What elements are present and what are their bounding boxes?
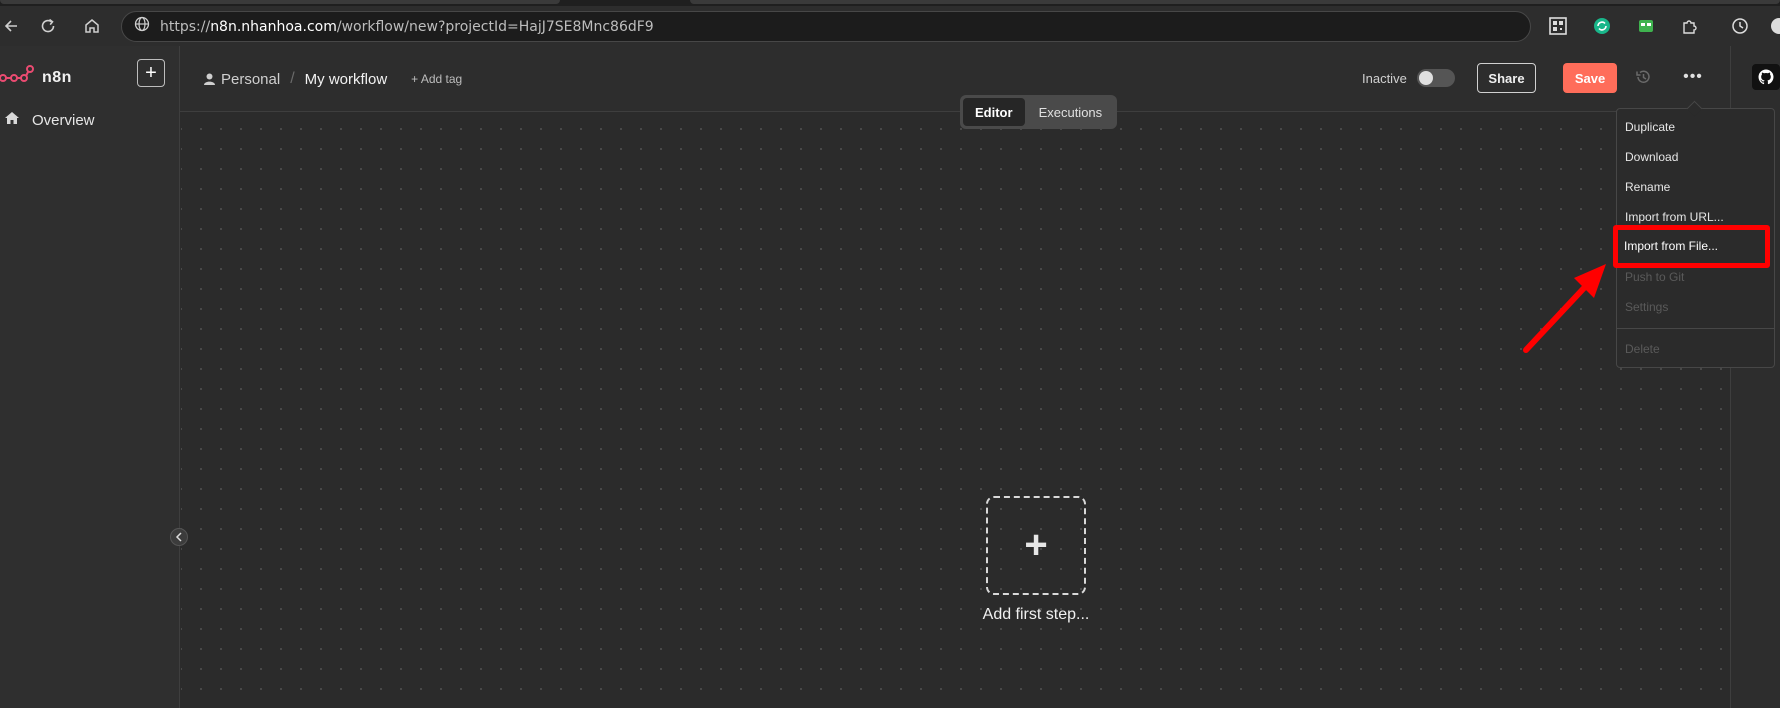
collapse-sidebar-button[interactable] bbox=[170, 528, 188, 546]
project-name: Personal bbox=[221, 70, 281, 88]
github-icon[interactable] bbox=[1752, 64, 1780, 90]
browser-tab[interactable] bbox=[0, 0, 560, 4]
annotation-arrow-icon bbox=[1523, 264, 1606, 353]
url-host: n8n.nhanhoa.com bbox=[210, 18, 337, 35]
tab-executions[interactable]: Executions bbox=[1027, 98, 1115, 126]
menu-item-import-url[interactable]: Import from URL... bbox=[1625, 210, 1724, 224]
home-icon[interactable] bbox=[74, 9, 110, 43]
add-first-step-button[interactable]: + bbox=[986, 496, 1086, 595]
share-button[interactable]: Share bbox=[1477, 63, 1536, 93]
menu-item-import-file[interactable]: Import from File... bbox=[1624, 239, 1718, 253]
active-toggle[interactable] bbox=[1417, 69, 1455, 87]
workflow-history-icon[interactable] bbox=[1634, 68, 1654, 88]
home-icon bbox=[4, 110, 20, 130]
back-icon[interactable] bbox=[0, 9, 20, 43]
robot-extension-icon[interactable] bbox=[1635, 15, 1657, 37]
menu-divider bbox=[1617, 328, 1774, 329]
more-options-icon[interactable]: ••• bbox=[1680, 68, 1706, 88]
url-prefix: https:// bbox=[160, 18, 211, 35]
url-path: /workflow/new?projectId=HajJ7SE8Mnc86dF9 bbox=[336, 18, 654, 35]
breadcrumb: Personal / My workflow + Add tag bbox=[204, 70, 462, 88]
profile-avatar-icon[interactable] bbox=[1768, 15, 1780, 37]
breadcrumb-separator: / bbox=[290, 70, 295, 87]
breadcrumb-project[interactable]: Personal bbox=[204, 71, 280, 88]
reload-icon[interactable] bbox=[30, 9, 66, 43]
add-tag-button[interactable]: + Add tag bbox=[411, 72, 462, 86]
workflow-name[interactable]: My workflow bbox=[305, 71, 388, 88]
n8n-logo-icon bbox=[0, 64, 34, 91]
sidebar: n8n + Overview bbox=[0, 46, 180, 708]
browser-toolbar: https://n8n.nhanhoa.com/workflow/new?pro… bbox=[0, 6, 1780, 46]
save-button[interactable]: Save bbox=[1563, 63, 1617, 93]
status-label: Inactive bbox=[1362, 71, 1407, 86]
view-tabs: Editor Executions bbox=[960, 95, 1118, 129]
menu-item-download[interactable]: Download bbox=[1625, 150, 1678, 164]
menu-item-rename[interactable]: Rename bbox=[1625, 180, 1670, 194]
browser-tab[interactable] bbox=[690, 0, 1780, 4]
globe-icon bbox=[134, 16, 150, 37]
logo-text: n8n bbox=[42, 68, 72, 86]
user-icon bbox=[204, 73, 215, 85]
plus-icon: + bbox=[1024, 523, 1048, 567]
tab-editor[interactable]: Editor bbox=[963, 98, 1025, 126]
menu-item-push-to-git: Push to Git bbox=[1625, 270, 1685, 284]
menu-item-settings: Settings bbox=[1625, 300, 1669, 314]
sidebar-item-label: Overview bbox=[32, 111, 95, 129]
history-browser-icon[interactable] bbox=[1729, 15, 1751, 37]
sync-extension-icon[interactable] bbox=[1591, 15, 1613, 37]
chevron-left-icon bbox=[175, 532, 182, 542]
qr-extension-icon[interactable] bbox=[1547, 15, 1569, 37]
add-button[interactable]: + bbox=[137, 59, 165, 87]
add-first-step-label: Add first step... bbox=[982, 606, 1090, 623]
n8n-logo[interactable]: n8n bbox=[0, 64, 72, 91]
url-text: https://n8n.nhanhoa.com/workflow/new?pro… bbox=[160, 19, 654, 35]
menu-item-delete: Delete bbox=[1625, 342, 1660, 356]
puzzle-extension-icon[interactable] bbox=[1679, 15, 1701, 37]
address-bar[interactable]: https://n8n.nhanhoa.com/workflow/new?pro… bbox=[121, 11, 1531, 42]
menu-item-duplicate[interactable]: Duplicate bbox=[1625, 120, 1675, 134]
sidebar-item-overview[interactable]: Overview bbox=[4, 110, 95, 130]
workflow-header: Personal / My workflow + Add tag Inactiv… bbox=[180, 46, 1730, 112]
